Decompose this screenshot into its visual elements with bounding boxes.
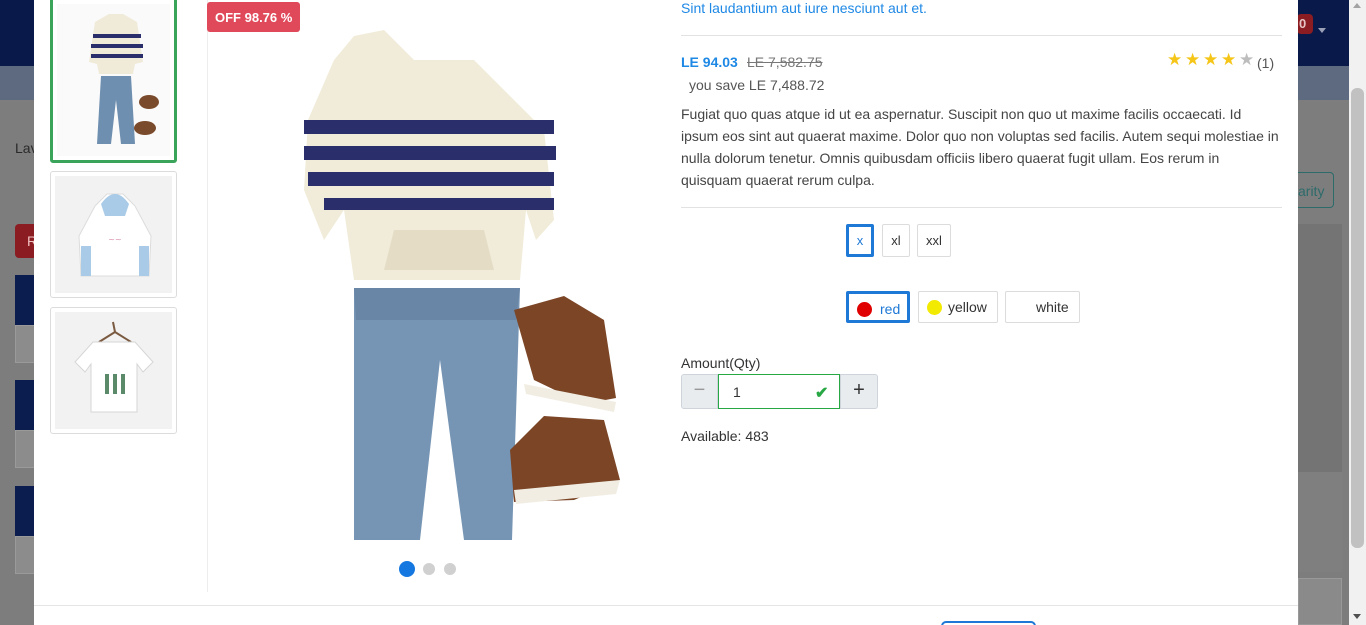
star-empty-icon: ★ [1239,50,1255,69]
thumbnail-blue-bunny-hoodie[interactable]: ~~ [50,171,177,298]
scroll-up-arrow-icon[interactable] [1353,3,1361,8]
carousel-dot[interactable] [444,563,456,575]
color-label: white [1036,299,1069,315]
background-card-header [15,275,35,325]
discount-badge: OFF 98.76 % [207,2,301,32]
carousel-dot[interactable] [423,563,435,575]
thumbnail-image [55,312,172,429]
thumbnail-striped-hoodie-outfit[interactable] [50,0,177,163]
color-option-white[interactable]: white [1005,291,1080,323]
color-option-yellow[interactable]: yellow [918,291,998,323]
background-card-body [15,536,35,574]
check-icon: ✔ [815,385,829,402]
background-card-header [15,380,35,430]
star-filled-icon: ★ [1221,50,1237,69]
star-filled-icon: ★ [1167,50,1183,69]
background-red-button: R [15,224,37,258]
main-product-image[interactable] [244,20,644,560]
background-card-header [15,486,35,536]
background-sort-button: arity [1298,172,1334,208]
scroll-down-arrow-icon[interactable] [1353,614,1361,619]
thumbnail-image [57,4,170,156]
availability-text: Available: 483 [681,428,769,444]
carousel-dot-active[interactable] [399,561,415,577]
size-option-xxl[interactable]: xxl [917,224,951,257]
quantity-label: Amount(Qty) [681,355,761,371]
rating-count: (1) [1257,55,1275,71]
color-swatch [1014,300,1029,315]
color-option-red[interactable]: red [846,291,910,323]
product-subtitle: Sint laudantium aut iure nesciunt aut et… [681,0,927,16]
size-option-xl[interactable]: xl [882,224,910,257]
star-filled-icon: ★ [1203,50,1219,69]
chevron-down-icon [1318,28,1326,33]
quantity-decrease-button[interactable]: − [681,374,718,409]
color-label: yellow [948,299,987,315]
color-swatch [857,302,872,317]
product-quick-view-modal: ~~ OFF 98.76 % Sint laudantium aut iure … [34,0,1298,625]
background-box [1298,578,1342,625]
old-price: LE 7,582.75 [747,54,823,70]
divider [681,35,1282,36]
background-card-body [15,430,35,468]
background-panel [1298,472,1342,572]
quantity-increase-button[interactable]: + [840,374,878,409]
color-swatch [927,300,942,315]
background-panel [1298,224,1342,472]
product-description: Fugiat quo quas atque id ut ea aspernatu… [681,106,1279,188]
thumbnail-white-tshirt-on-hanger[interactable] [50,307,177,434]
current-price: LE 94.03 [681,54,738,70]
savings-text: you save LE 7,488.72 [689,77,825,93]
background-card-body [15,325,35,363]
divider [681,207,1282,208]
size-option-x[interactable]: x [846,224,874,257]
svg-text:~~: ~~ [108,235,121,244]
modal-footer-divider [34,605,1298,606]
page-scrollbar[interactable] [1349,0,1366,625]
color-label: red [880,301,901,317]
gallery-divider [207,0,208,592]
star-filled-icon: ★ [1185,50,1201,69]
cart-count-badge: 0 [1297,14,1313,34]
scrollbar-thumb[interactable] [1351,88,1364,548]
thumbnail-image: ~~ [55,176,172,293]
modal-footer-button[interactable] [941,621,1036,625]
